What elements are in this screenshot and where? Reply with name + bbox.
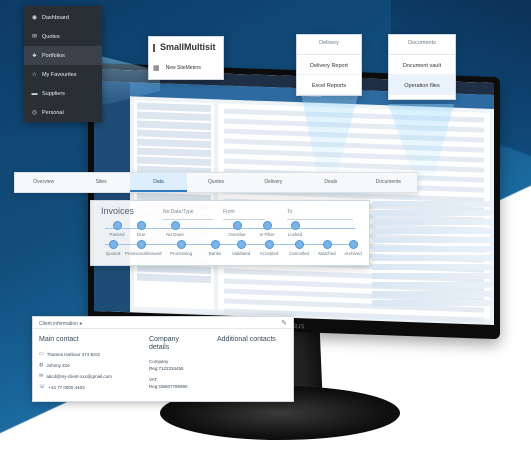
sidebar-item-label: Suppliers [42, 90, 65, 97]
mail-icon: ✉ [39, 373, 44, 379]
main-contact-title: Main contact [39, 336, 79, 343]
phone-icon: ☏ [39, 384, 46, 390]
status-dot [137, 221, 146, 230]
contact-line: ✉ abcd@my-client-xxx@gmail.com [39, 373, 112, 379]
filter-to-field[interactable]: To [287, 209, 353, 220]
star-icon: ☆ [31, 72, 38, 78]
tab-delivery[interactable]: Delivery [245, 173, 302, 192]
tab-overview[interactable]: Overview [15, 173, 72, 192]
filter-from-field[interactable]: From [223, 209, 265, 220]
vat-label: VAT [149, 377, 158, 382]
client-information-title: Client information [39, 321, 78, 327]
status-dot [137, 240, 146, 249]
status-dot [323, 240, 332, 249]
sidebar-item-label: Quotes [42, 33, 60, 40]
client-information-header: Client information ● ✎ [33, 317, 293, 329]
portfolio-icon: ♣ [32, 52, 37, 59]
status-dot [109, 240, 118, 249]
status-top-no-dues[interactable]: No Dues [161, 232, 189, 237]
supplier-icon: ▬ [31, 90, 38, 97]
sidebar-item-label: Dashboard [42, 14, 69, 21]
person-icon: ◎ [31, 110, 38, 116]
status-dot [177, 240, 186, 249]
sidebar-item-suppliers[interactable]: ▬ Suppliers [24, 84, 102, 103]
tab-documents[interactable]: Documents [360, 173, 417, 192]
contact-line-text: Thames Harbour 374 BGS [46, 351, 101, 357]
sidebar-item-dashboard[interactable]: ◉ Dashboard [24, 8, 102, 27]
person-icon: ◍ [39, 362, 44, 368]
drag-handle-icon[interactable] [153, 44, 155, 52]
status-bottom-archived[interactable]: Archived [337, 251, 369, 256]
client-information-panel: Client information ● ✎ Main contact ▭ Tha… [32, 316, 294, 402]
sidebar-item-label: Portfolios [42, 52, 65, 59]
status-top-due[interactable]: Due [127, 232, 155, 237]
contact-line-text: abcd@my-client-xxx@gmail.com [46, 373, 112, 379]
sidebar-menu: ◉ Dashboard ✉ Quotes ♣ Portfolios ☆ My Favourit… [24, 6, 102, 122]
sidebar-item-label: My Favourites [42, 71, 77, 78]
site-selector-title: SmallMultisit [160, 42, 216, 52]
invoices-panel: Invoices No Date/Type From To Passed Due N… [90, 200, 370, 266]
contact-line-text: Johnny Zoe [46, 362, 70, 368]
menu-item-excel-reports[interactable]: Excel Reports [297, 75, 361, 95]
status-dot [291, 221, 300, 230]
status-dot [265, 240, 274, 249]
site-selector-card[interactable]: SmallMultisit ▦ New SiteMeters [148, 36, 224, 80]
status-bottom-accepted[interactable]: Accepted [253, 251, 285, 256]
status-dot [295, 240, 304, 249]
tab-bar: Overview Sites Data Quotes Delivery Deals Docu… [14, 172, 418, 193]
data-rows-overlay [372, 198, 494, 308]
delivery-menu: Delivery Delivery Report Excel Reports [296, 34, 362, 96]
invoices-title: Invoices [101, 206, 135, 216]
sidebar-item-my-favourites[interactable]: ☆ My Favourites [24, 65, 102, 84]
status-dot [113, 221, 122, 230]
status-dot [349, 240, 358, 249]
company-details-title: Company details [149, 336, 179, 351]
documents-menu: Documents Document vault Operation files [388, 34, 456, 100]
menu-item-document-vault[interactable]: Document vault [389, 55, 455, 75]
company-reg: Reg:7122334455 [149, 366, 184, 371]
tab-data[interactable]: Data [129, 173, 188, 192]
quote-icon: ✉ [31, 34, 38, 40]
status-dot [211, 240, 220, 249]
menu-item-operation-files[interactable]: Operation files [389, 75, 455, 95]
status-dot [237, 240, 246, 249]
info-icon: ● [79, 321, 83, 327]
edit-icon[interactable]: ✎ [281, 319, 287, 327]
status-dot [263, 221, 272, 230]
contact-line: ◍ Johnny Zoe [39, 362, 70, 368]
status-top-in-filter[interactable]: In Filter [253, 232, 281, 237]
status-bottom-provisional-issued[interactable]: Provisional/Issued [125, 251, 162, 256]
delivery-menu-header: Delivery [297, 35, 361, 55]
filter-type-field[interactable]: No Date/Type [163, 209, 213, 220]
status-bottom-processing[interactable]: Processing [165, 251, 197, 256]
new-sitemeters-item[interactable]: ▦ New SiteMeters [153, 64, 201, 72]
status-dot [171, 221, 180, 230]
status-dot [233, 221, 242, 230]
building-icon: ▭ [39, 351, 44, 357]
dashboard-icon: ◉ [31, 15, 38, 21]
tab-sites[interactable]: Sites [72, 173, 129, 192]
new-sitemeters-label: New SiteMeters [165, 65, 201, 71]
vat-reg: Reg:GB607785990 [149, 384, 188, 389]
sidebar-item-label: Personal [42, 109, 64, 116]
additional-contacts-title: Additional contacts [217, 336, 276, 343]
sidebar-item-portfolios[interactable]: ♣ Portfolios [24, 46, 102, 65]
contact-line-text: +44 77 0000 4403 [48, 384, 85, 390]
status-top-locked[interactable]: Locked [281, 232, 309, 237]
status-top-overdue[interactable]: Overdue [223, 232, 251, 237]
documents-menu-header: Documents [389, 35, 455, 55]
sidebar-item-personal[interactable]: ◎ Personal [24, 103, 102, 122]
contact-line: ▭ Thames Harbour 374 BGS [39, 351, 100, 357]
contact-line: ☏ +44 77 0000 4403 [39, 384, 85, 390]
menu-item-delivery-report[interactable]: Delivery Report [297, 55, 361, 75]
building-icon: ▦ [153, 65, 160, 72]
company-label: Company [149, 359, 169, 364]
tab-deals[interactable]: Deals [302, 173, 359, 192]
sidebar-item-quotes[interactable]: ✉ Quotes [24, 27, 102, 46]
tab-quotes[interactable]: Quotes [187, 173, 244, 192]
